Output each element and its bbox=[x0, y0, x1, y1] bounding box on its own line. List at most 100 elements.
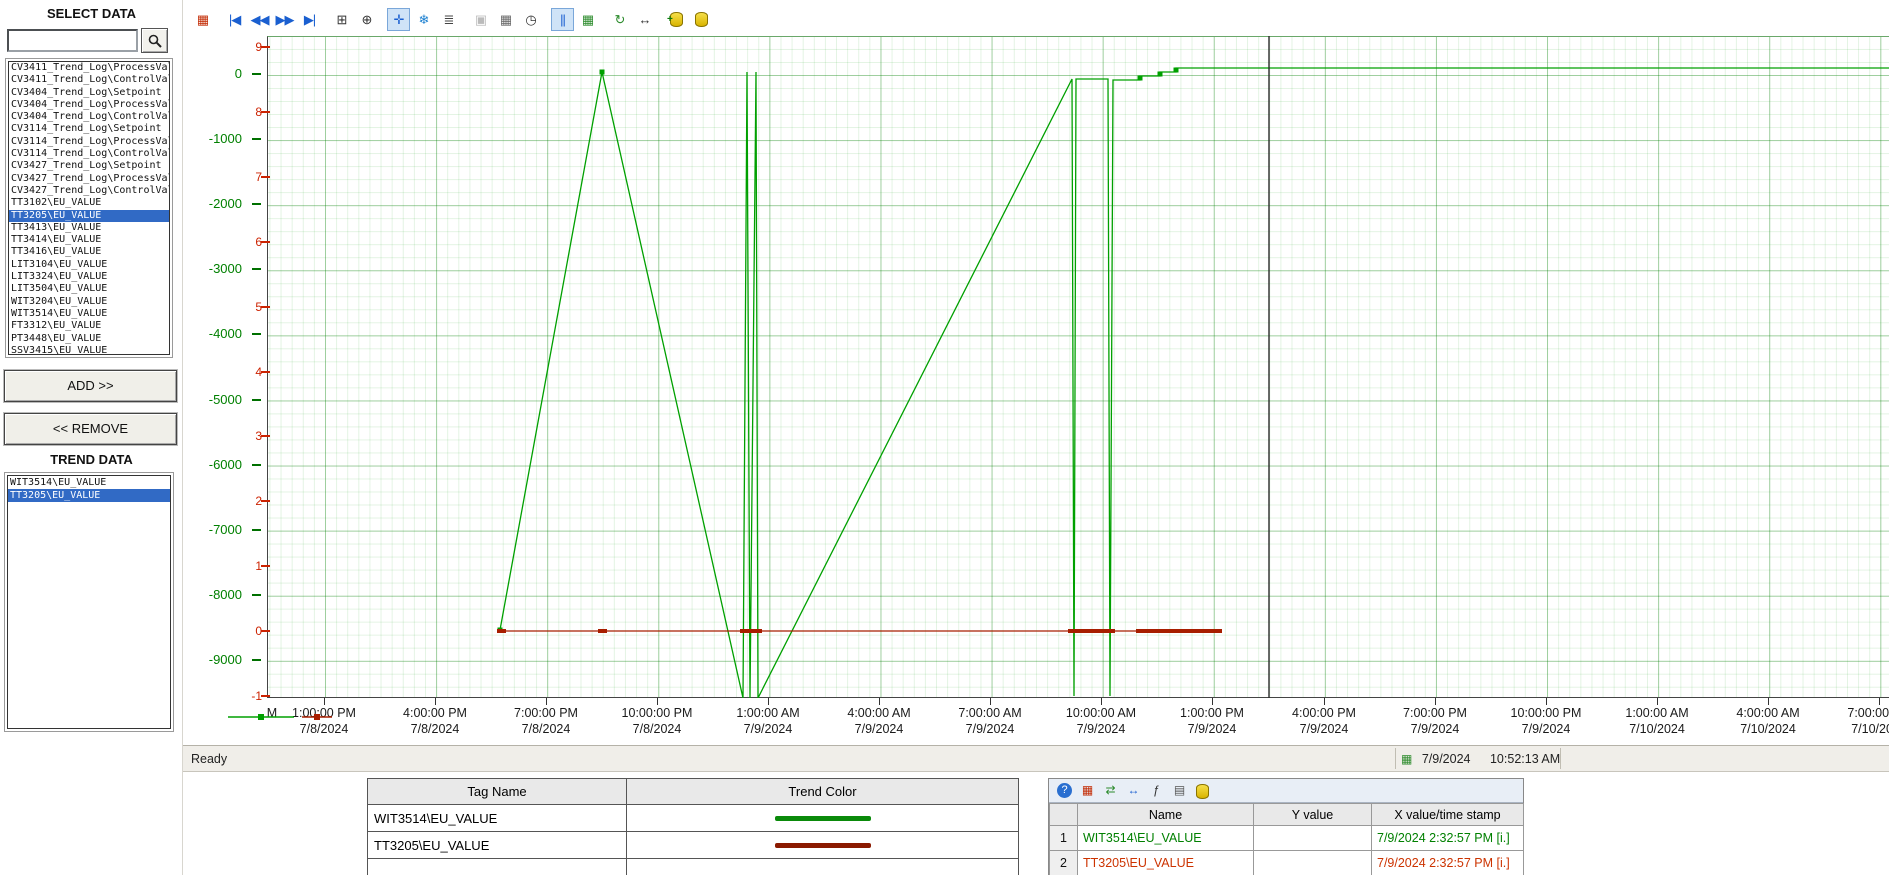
green-axis-tick-label: -5000 bbox=[184, 392, 242, 407]
zoom-in-icon[interactable]: ⊕ bbox=[355, 8, 378, 31]
select-list-item[interactable]: SSV3415\EU_VALUE bbox=[9, 345, 169, 355]
select-list-item[interactable]: PT3448\EU_VALUE bbox=[9, 333, 169, 345]
legend-table-row[interactable]: TT3205\EU_VALUE bbox=[368, 832, 1019, 859]
x-axis-time-label: 10:00:00 PM bbox=[597, 706, 717, 720]
fast-backward-icon[interactable]: ◀◀ bbox=[248, 8, 271, 31]
image-icon[interactable]: ▣ bbox=[469, 8, 492, 31]
goto-first-icon[interactable]: |◀ bbox=[223, 8, 246, 31]
red-axis-tick-label: 4 bbox=[212, 365, 262, 379]
green-axis-tick-label: -2000 bbox=[184, 196, 242, 211]
select-list-item[interactable]: CV3114_Trend_Log\Setpoint bbox=[9, 123, 169, 135]
freeze-icon[interactable]: ❄ bbox=[412, 8, 435, 31]
select-list-item[interactable]: CV3427_Trend_Log\Setpoint bbox=[9, 160, 169, 172]
goto-last-icon[interactable]: ▶| bbox=[298, 8, 321, 31]
report-icon[interactable]: ▦ bbox=[191, 8, 214, 31]
auto-update-icon[interactable]: ⇄ bbox=[1101, 781, 1120, 800]
trend-list-item[interactable]: WIT3514\EU_VALUE bbox=[8, 476, 170, 489]
status-ready: Ready bbox=[191, 746, 227, 772]
select-list-item[interactable]: CV3404_Trend_Log\ControlValue bbox=[9, 111, 169, 123]
red-axis-tick bbox=[261, 371, 270, 373]
x-axis-tick bbox=[990, 698, 991, 705]
select-list-item[interactable]: CV3411_Trend_Log\ProcessValue bbox=[9, 62, 169, 74]
select-list-item[interactable]: TT3414\EU_VALUE bbox=[9, 234, 169, 246]
cursor-value-row[interactable]: 2TT3205\EU_VALUE7/9/2024 2:32:57 PM [i.] bbox=[1050, 851, 1524, 875]
green-axis-tick bbox=[252, 594, 261, 596]
save-icon[interactable] bbox=[1193, 781, 1212, 800]
select-list-item[interactable]: CV3114_Trend_Log\ControlValue bbox=[9, 148, 169, 160]
sliders-icon[interactable]: ≣ bbox=[437, 8, 460, 31]
x-axis-date-label: 7/10/2024 bbox=[1819, 722, 1889, 736]
select-list-item[interactable]: FT3312\EU_VALUE bbox=[9, 320, 169, 332]
x-axis-tick bbox=[546, 698, 547, 705]
select-list-item[interactable]: WIT3514\EU_VALUE bbox=[9, 308, 169, 320]
export-grid-icon[interactable]: ▦ bbox=[1078, 781, 1097, 800]
red-axis-tick bbox=[261, 500, 270, 502]
value-table-header-num bbox=[1050, 804, 1078, 826]
select-list-item[interactable]: TT3102\EU_VALUE bbox=[9, 197, 169, 209]
green-axis-tick bbox=[252, 464, 261, 466]
fit-columns-icon[interactable]: ↔ bbox=[1124, 781, 1143, 800]
series-wit3514 bbox=[500, 68, 1889, 698]
formula-icon[interactable]: ƒ bbox=[1147, 781, 1166, 800]
cursor-value-row[interactable]: 1WIT3514\EU_VALUE7/9/2024 2:32:57 PM [i.… bbox=[1050, 826, 1524, 851]
fit-width-icon[interactable]: ↔ bbox=[633, 8, 656, 31]
status-bar: Ready ▦ 7/9/2024 10:52:13 AM bbox=[183, 745, 1889, 772]
x-axis-date-label: 7/10/2024 bbox=[1708, 722, 1828, 736]
trend-color-swatch bbox=[775, 843, 871, 848]
tag-search-input[interactable] bbox=[7, 29, 138, 52]
status-datetime: ▦ 7/9/2024 10:52:13 AM bbox=[1401, 746, 1560, 772]
search-button[interactable] bbox=[141, 28, 168, 53]
select-list-item[interactable]: LIT3504\EU_VALUE bbox=[9, 283, 169, 295]
dataset-icon[interactable] bbox=[690, 8, 713, 31]
add-dataset-icon[interactable]: + bbox=[665, 8, 688, 31]
status-date: 7/9/2024 bbox=[1422, 752, 1471, 766]
fast-forward-icon[interactable]: ▶▶ bbox=[273, 8, 296, 31]
legend-table-row[interactable] bbox=[368, 859, 1019, 875]
help-icon[interactable]: ? bbox=[1057, 783, 1072, 798]
remove-button[interactable]: << REMOVE bbox=[4, 413, 177, 445]
x-axis-date-label: 7/9/2024 bbox=[1264, 722, 1384, 736]
green-axis-tick bbox=[252, 399, 261, 401]
green-axis-tick bbox=[252, 659, 261, 661]
select-data-list[interactable]: CV3411_Trend_Log\ProcessValueCV3411_Tren… bbox=[8, 61, 170, 355]
select-list-item[interactable]: CV3404_Trend_Log\Setpoint bbox=[9, 87, 169, 99]
legend-tag-cell: WIT3514\EU_VALUE bbox=[368, 805, 627, 832]
select-list-item[interactable]: TT3413\EU_VALUE bbox=[9, 222, 169, 234]
status-time: 10:52:13 AM bbox=[1490, 752, 1560, 766]
select-list-item[interactable]: TT3416\EU_VALUE bbox=[9, 246, 169, 258]
legend-sample-0 bbox=[228, 710, 294, 724]
print-icon[interactable]: ▤ bbox=[1170, 781, 1189, 800]
refresh-icon[interactable]: ↻ bbox=[608, 8, 631, 31]
select-list-item[interactable]: CV3427_Trend_Log\ProcessValue bbox=[9, 173, 169, 185]
value-table-header-x: X value/time stamp bbox=[1372, 804, 1524, 826]
select-list-item[interactable]: CV3114_Trend_Log\ProcessValue bbox=[9, 136, 169, 148]
grid-icon[interactable]: ▦ bbox=[494, 8, 517, 31]
trend-list-item[interactable]: TT3205\EU_VALUE bbox=[8, 489, 170, 502]
legend-table-row[interactable]: WIT3514\EU_VALUE bbox=[368, 805, 1019, 832]
pause-icon[interactable]: || bbox=[551, 8, 574, 31]
select-list-item[interactable]: LIT3324\EU_VALUE bbox=[9, 271, 169, 283]
red-axis-tick bbox=[261, 435, 270, 437]
trend-data-list[interactable]: WIT3514\EU_VALUETT3205\EU_VALUE bbox=[7, 475, 171, 729]
select-list-item[interactable]: CV3411_Trend_Log\ControlValue bbox=[9, 74, 169, 86]
legend-color-cell bbox=[627, 859, 1019, 875]
select-list-item[interactable]: LIT3104\EU_VALUE bbox=[9, 259, 169, 271]
cursor-value-toolbar: ? ▦⇄↔ƒ▤ bbox=[1049, 779, 1523, 803]
select-list-item[interactable]: WIT3204\EU_VALUE bbox=[9, 296, 169, 308]
select-list-item[interactable]: CV3427_Trend_Log\ControlValue bbox=[9, 185, 169, 197]
pan-icon[interactable]: ✛ bbox=[387, 8, 410, 31]
grid-settings-icon[interactable]: ▦ bbox=[576, 8, 599, 31]
zoom-box-icon[interactable]: ⊞ bbox=[330, 8, 353, 31]
red-axis-tick-label: 5 bbox=[212, 300, 262, 314]
clock-icon[interactable]: ◷ bbox=[519, 8, 542, 31]
x-value-cell: 7/9/2024 2:32:57 PM [i.] bbox=[1372, 826, 1524, 851]
red-axis-tick bbox=[261, 306, 270, 308]
select-list-item[interactable]: TT3205\EU_VALUE bbox=[9, 210, 169, 222]
green-axis-tick-label: -7000 bbox=[184, 522, 242, 537]
chart-toolbar: ▦|◀◀◀▶▶▶|⊞⊕✛❄≣▣▦◷||▦↻↔+ bbox=[190, 6, 714, 32]
select-list-item[interactable]: CV3404_Trend_Log\ProcessValue bbox=[9, 99, 169, 111]
x-axis-tick bbox=[1101, 698, 1102, 705]
x-axis-date-label: 7/8/2024 bbox=[486, 722, 606, 736]
trend-viewer-window: { "left_panel": { "select_title": "SELEC… bbox=[0, 0, 1889, 875]
add-button[interactable]: ADD >> bbox=[4, 370, 177, 402]
